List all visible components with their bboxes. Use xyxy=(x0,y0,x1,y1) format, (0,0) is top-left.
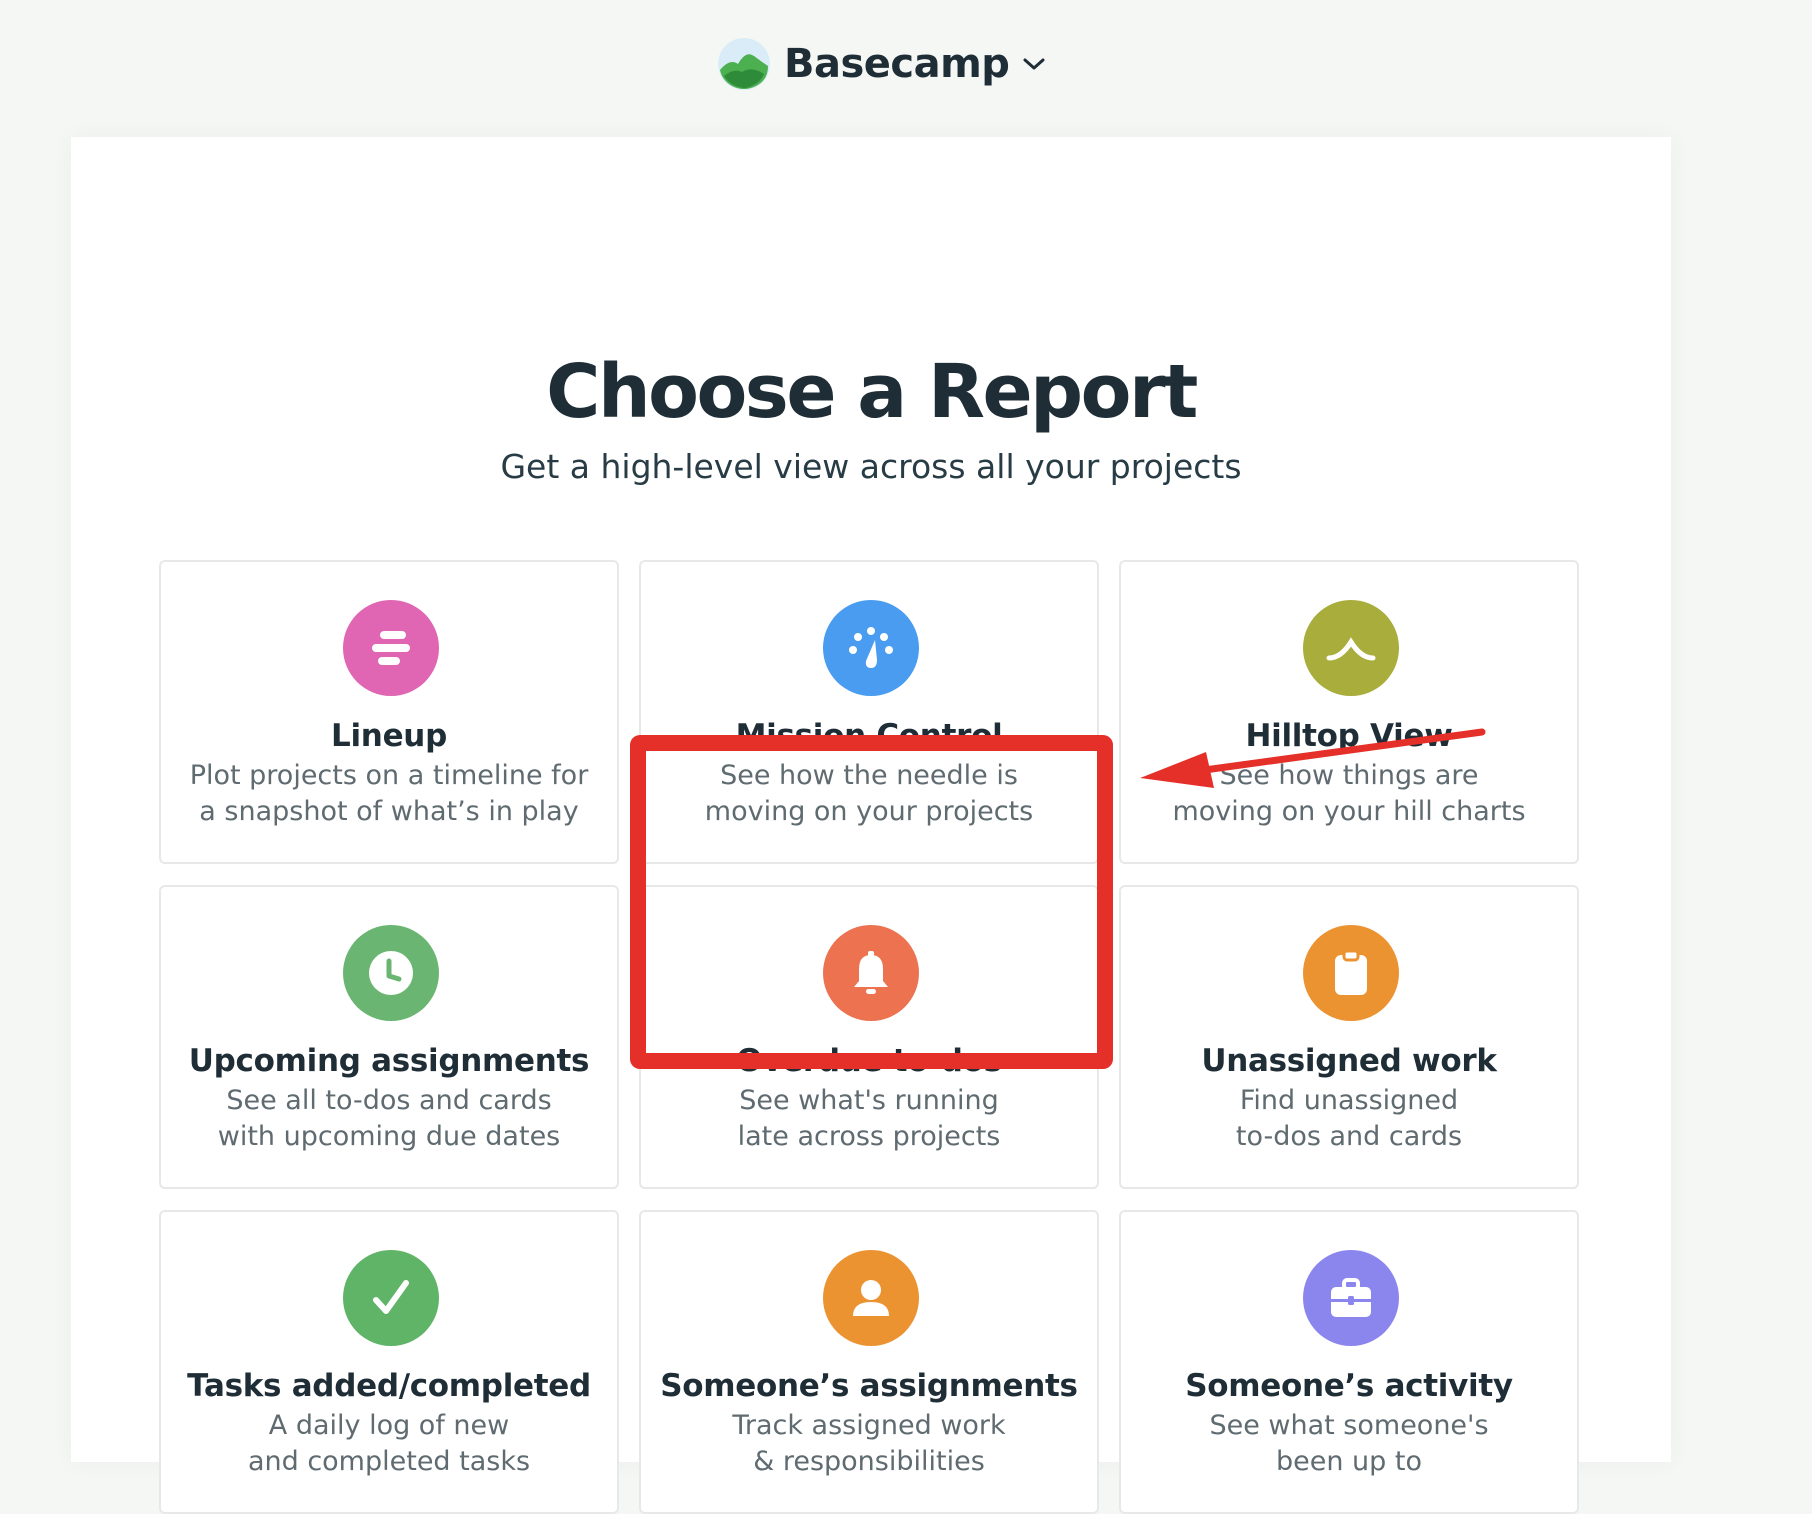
clock-icon xyxy=(343,925,439,1021)
report-card-mission-control[interactable]: Mission Control See how the needle is mo… xyxy=(639,560,1099,864)
report-description: See what someone's been up to xyxy=(1209,1410,1489,1477)
page-title: Choose a Report xyxy=(546,349,1198,435)
gauge-icon xyxy=(823,600,919,696)
report-description: Plot projects on a timeline for a snapsh… xyxy=(189,760,589,827)
report-card-someones-assignments[interactable]: Someone’s assignments Track assigned wor… xyxy=(639,1210,1099,1514)
report-description: A daily log of new and completed tasks xyxy=(247,1410,531,1477)
checkmark-icon xyxy=(343,1250,439,1346)
report-card-upcoming-assignments[interactable]: Upcoming assignments See all to-dos and … xyxy=(159,885,619,1189)
report-title: Tasks added/completed xyxy=(187,1368,591,1404)
report-card-lineup[interactable]: Lineup Plot projects on a timeline for a… xyxy=(159,560,619,864)
report-card-hilltop-view[interactable]: Hilltop View See how things are moving o… xyxy=(1119,560,1579,864)
basecamp-logo-icon xyxy=(716,36,772,92)
report-title: Hilltop View xyxy=(1245,718,1453,754)
clipboard-icon xyxy=(1303,925,1399,1021)
account-switcher[interactable]: Basecamp xyxy=(716,34,1047,94)
chevron-down-icon[interactable] xyxy=(1021,55,1047,73)
brand-name: Basecamp xyxy=(784,41,1010,87)
top-bar: Basecamp xyxy=(0,0,1812,136)
bell-icon xyxy=(823,925,919,1021)
lineup-icon xyxy=(343,600,439,696)
report-card-unassigned-work[interactable]: Unassigned work Find unassigned to-dos a… xyxy=(1119,885,1579,1189)
hill-icon xyxy=(1303,600,1399,696)
report-title: Mission Control xyxy=(735,718,1003,754)
report-title: Upcoming assignments xyxy=(188,1043,590,1079)
report-card-someones-activity[interactable]: Someone’s activity See what someone's be… xyxy=(1119,1210,1579,1514)
report-title: Someone’s activity xyxy=(1185,1368,1513,1404)
report-title: Overdue to-dos xyxy=(736,1043,1002,1079)
report-description: See all to-dos and cards with upcoming d… xyxy=(217,1085,561,1152)
report-description: Track assigned work & responsibilities xyxy=(732,1410,1006,1477)
briefcase-icon xyxy=(1303,1250,1399,1346)
reports-panel: Choose a Report Get a high-level view ac… xyxy=(71,137,1671,1514)
person-icon xyxy=(823,1250,919,1346)
report-description: Find unassigned to-dos and cards xyxy=(1235,1085,1463,1152)
report-description: See how the needle is moving on your pro… xyxy=(704,760,1034,827)
report-title: Unassigned work xyxy=(1201,1043,1497,1079)
report-title: Lineup xyxy=(331,718,447,754)
report-card-tasks-added-completed[interactable]: Tasks added/completed A daily log of new… xyxy=(159,1210,619,1514)
report-card-overdue-todos[interactable]: Overdue to-dos See what's running late a… xyxy=(639,885,1099,1189)
page-subtitle: Get a high-level view across all your pr… xyxy=(500,447,1242,486)
report-description: See how things are moving on your hill c… xyxy=(1172,760,1526,827)
report-description: See what's running late across projects xyxy=(737,1085,1001,1152)
report-title: Someone’s assignments xyxy=(660,1368,1078,1404)
